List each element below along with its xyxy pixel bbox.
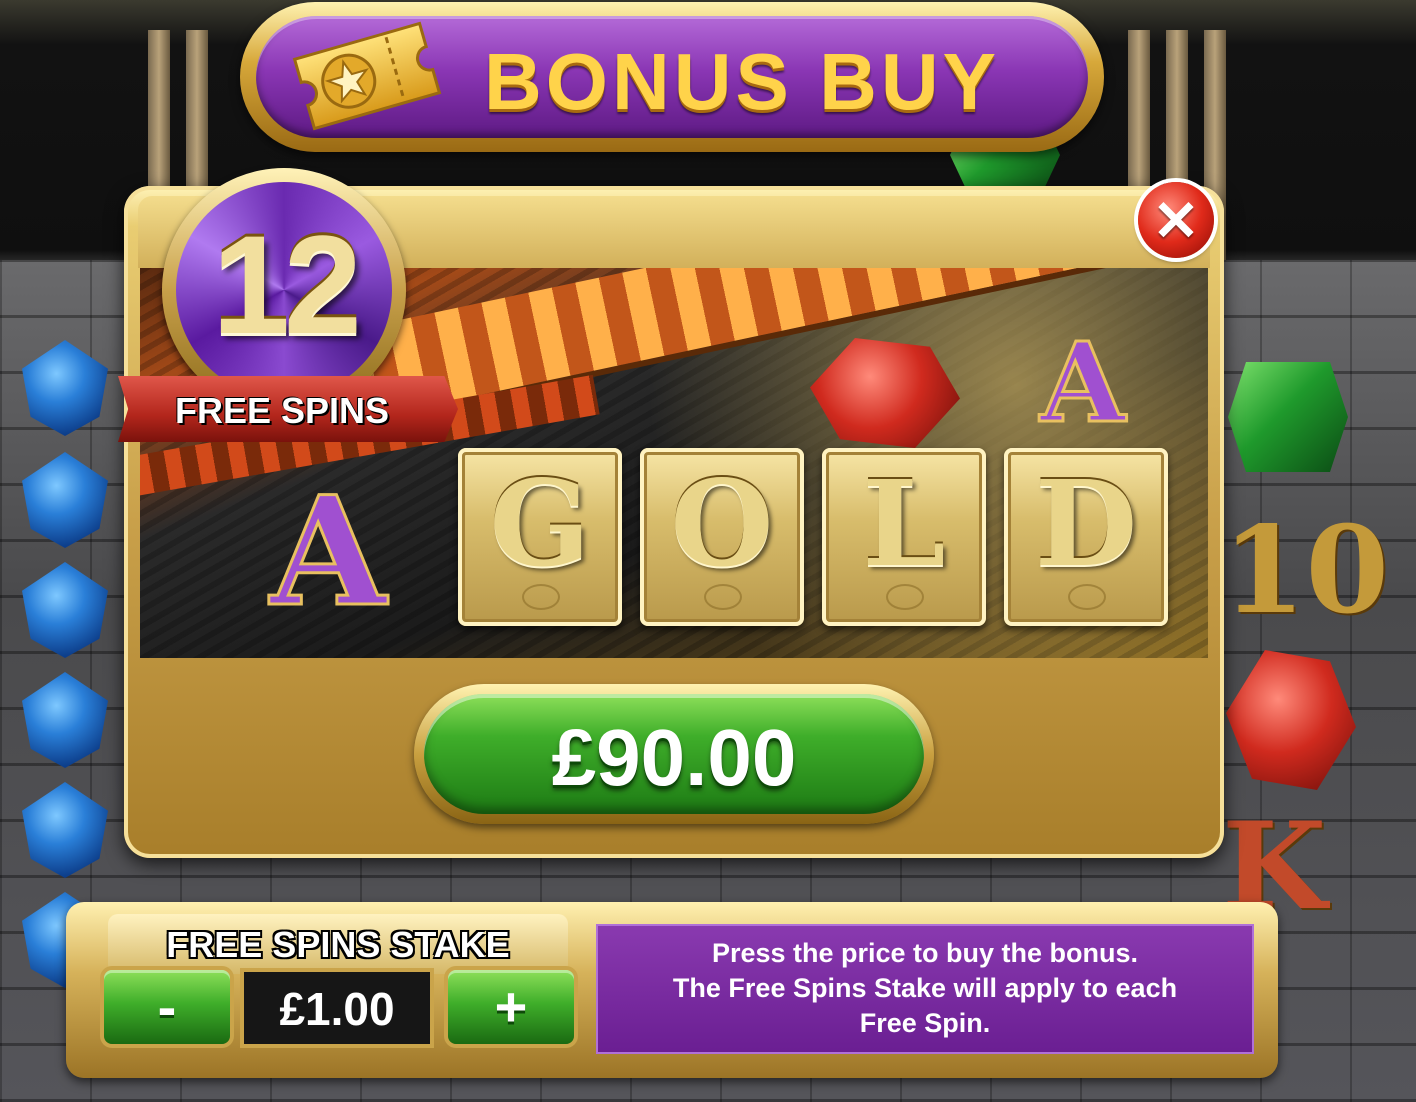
big-logo-icon	[704, 584, 742, 610]
plus-icon: +	[494, 975, 528, 1038]
info-box: Press the price to buy the bonus. The Fr…	[596, 924, 1254, 1054]
ticket-star-icon	[292, 21, 442, 131]
big-logo-icon	[1068, 584, 1106, 610]
ace-symbol-icon: A	[1038, 317, 1126, 449]
minus-icon: -	[157, 975, 177, 1038]
bonus-buy-banner: BONUS BUY	[240, 2, 1104, 152]
gold-tiles: G O L D	[458, 448, 1178, 630]
info-line: Press the price to buy the bonus.	[711, 938, 1139, 968]
ten-symbol-icon: 10	[1222, 500, 1389, 641]
gold-letter: L	[862, 454, 946, 593]
decrease-stake-button[interactable]: -	[104, 970, 230, 1044]
stake-value-display: £1.00	[244, 972, 430, 1044]
gold-tile: D	[1004, 448, 1168, 626]
buy-price-button[interactable]: £90.00	[414, 684, 934, 824]
info-line: Free Spin.	[859, 1008, 991, 1038]
stake-title-plate: FREE SPINS STAKE	[108, 914, 568, 974]
gold-tile: G	[458, 448, 622, 626]
spins-count: 12	[212, 206, 362, 363]
stake-title: FREE SPINS STAKE	[166, 924, 510, 965]
gold-letter: O	[670, 454, 774, 593]
close-button[interactable]: ✕	[1138, 182, 1214, 258]
bonus-offer-panel: A A G O L D 12 FREE SPINS ✕ £90.00	[118, 168, 1224, 858]
stake-bar: FREE SPINS STAKE - £1.00 + Press the pri…	[66, 902, 1278, 1078]
page-title: BONUS BUY	[484, 37, 1001, 126]
big-logo-icon	[886, 584, 924, 610]
ace-symbol-icon: A	[268, 463, 387, 642]
info-line: The Free Spins Stake will apply to each	[672, 973, 1178, 1003]
stake-value: £1.00	[279, 983, 395, 1035]
gold-letter: G	[489, 454, 591, 593]
gold-tile: L	[822, 448, 986, 626]
gold-letter: D	[1034, 454, 1138, 593]
increase-stake-button[interactable]: +	[448, 970, 574, 1044]
green-gem-icon	[1228, 362, 1348, 472]
free-spins-ribbon: FREE SPINS	[118, 376, 458, 442]
big-logo-icon	[522, 584, 560, 610]
price-label: £90.00	[551, 713, 797, 802]
spins-count-medallion: 12	[162, 168, 406, 412]
gold-tile: O	[640, 448, 804, 626]
red-gem-icon	[810, 338, 960, 448]
free-spins-label: FREE SPINS	[174, 390, 390, 431]
close-icon: ✕	[1152, 189, 1200, 252]
